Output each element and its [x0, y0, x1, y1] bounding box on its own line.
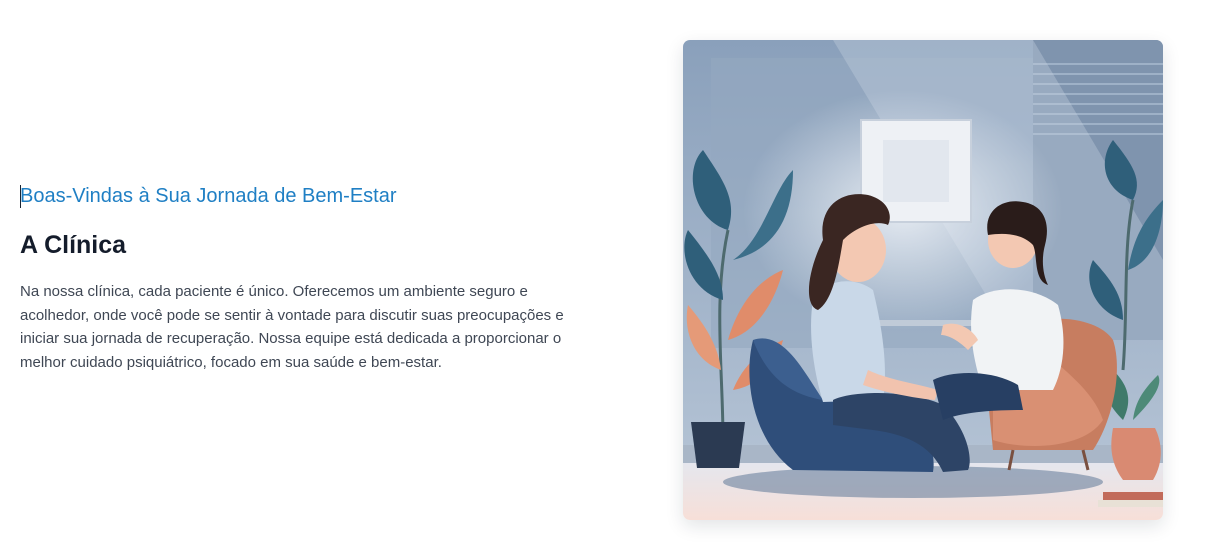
therapy-session-illustration	[683, 40, 1163, 520]
section-description: Na nossa clínica, cada paciente é único.…	[20, 283, 564, 371]
text-cursor	[20, 185, 21, 208]
section-eyebrow: Boas-Vindas à Sua Jornada de Bem-Estar	[20, 182, 590, 210]
clinic-section: Boas-Vindas à Sua Jornada de Bem-Estar A…	[0, 0, 1217, 547]
section-title: A Clínica	[20, 231, 127, 259]
eyebrow-text: Boas-Vindas à Sua Jornada de Bem-Estar	[20, 185, 397, 207]
clinic-intro: Boas-Vindas à Sua Jornada de Bem-Estar A…	[20, 182, 590, 374]
